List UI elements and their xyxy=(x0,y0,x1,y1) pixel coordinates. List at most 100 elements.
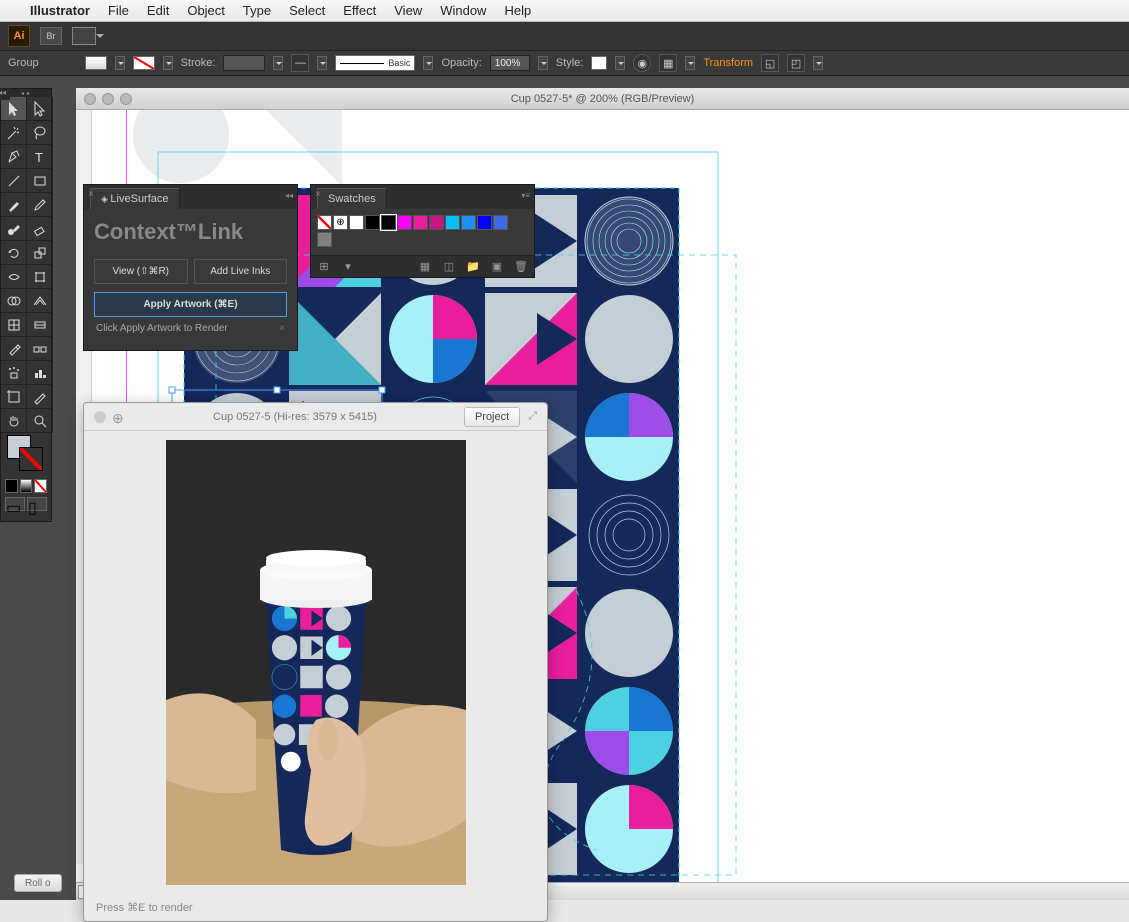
swatch-royalblue[interactable] xyxy=(493,215,508,230)
brush-definition[interactable]: Basic xyxy=(335,55,415,71)
screen-mode-normal[interactable]: ▭ xyxy=(5,497,25,511)
swatch-options-icon[interactable]: ◫ xyxy=(442,260,456,274)
stroke-dropdown[interactable] xyxy=(163,56,173,70)
blob-brush-tool[interactable] xyxy=(1,217,27,241)
menu-select[interactable]: Select xyxy=(289,3,325,18)
mesh-tool[interactable] xyxy=(1,313,27,337)
artboard-tool[interactable] xyxy=(1,385,27,409)
new-swatch-icon[interactable]: ▣ xyxy=(490,260,504,274)
show-swatch-kinds-icon[interactable]: ▦ xyxy=(418,260,432,274)
graphic-style-swatch[interactable] xyxy=(591,56,607,70)
swatch-none[interactable] xyxy=(317,215,332,230)
menu-window[interactable]: Window xyxy=(440,3,486,18)
stroke-weight-input[interactable] xyxy=(223,55,265,71)
add-live-inks-button[interactable]: Add Live Inks xyxy=(194,259,288,284)
swatch-darkblue[interactable] xyxy=(477,215,492,230)
free-transform-tool[interactable] xyxy=(27,265,53,289)
style-dropdown[interactable] xyxy=(615,56,625,70)
type-tool[interactable]: T xyxy=(27,145,53,169)
screen-mode-full[interactable]: ▯ xyxy=(27,497,47,511)
apply-artwork-button[interactable]: Apply Artwork (⌘E) xyxy=(94,292,287,317)
gradient-tool[interactable] xyxy=(27,313,53,337)
zoom-tool[interactable] xyxy=(27,409,53,433)
selection-tool[interactable] xyxy=(1,97,27,121)
swatch-gray[interactable] xyxy=(317,232,332,247)
window-close-button[interactable] xyxy=(84,93,96,105)
pencil-tool[interactable] xyxy=(27,193,53,217)
scale-tool[interactable] xyxy=(27,241,53,265)
mask-dropdown[interactable] xyxy=(813,56,823,70)
swatch-registration[interactable] xyxy=(333,215,348,230)
eyedropper-tool[interactable] xyxy=(1,337,27,361)
bridge-icon[interactable]: Br xyxy=(40,27,62,45)
column-graph-tool[interactable] xyxy=(27,361,53,385)
project-button[interactable]: Project xyxy=(464,407,520,427)
swatch-blue[interactable] xyxy=(461,215,476,230)
swatch-pink[interactable] xyxy=(413,215,428,230)
document-titlebar[interactable]: Cup 0527-5* @ 200% (RGB/Preview) xyxy=(76,88,1129,110)
swatch-cyan[interactable] xyxy=(445,215,460,230)
menu-type[interactable]: Type xyxy=(243,3,271,18)
lasso-tool[interactable] xyxy=(27,121,53,145)
mask-icon[interactable]: ◰ xyxy=(787,54,805,72)
app-name[interactable]: Illustrator xyxy=(30,3,90,18)
stroke-color-box[interactable] xyxy=(19,447,43,471)
menu-file[interactable]: File xyxy=(108,3,129,18)
paintbrush-tool[interactable] xyxy=(1,193,27,217)
preview-expand-icon[interactable]: ⤢ xyxy=(528,410,537,423)
view-button[interactable]: View (⇧⌘R) xyxy=(94,259,188,284)
hand-tool[interactable] xyxy=(1,409,27,433)
align-icon[interactable]: ▦ xyxy=(659,54,677,72)
color-mode-solid[interactable] xyxy=(5,479,18,493)
isolate-icon[interactable]: ◱ xyxy=(761,54,779,72)
panel-close-icon[interactable]: × xyxy=(88,189,98,199)
menu-effect[interactable]: Effect xyxy=(343,3,376,18)
swatch-black[interactable] xyxy=(365,215,380,230)
swatch-darkpink[interactable] xyxy=(429,215,444,230)
width-tool[interactable] xyxy=(1,265,27,289)
stroke-weight-dropdown[interactable] xyxy=(273,56,283,70)
menu-view[interactable]: View xyxy=(394,3,422,18)
preview-close-icon[interactable] xyxy=(94,411,106,423)
swatch-libraries-icon[interactable]: ⊞ xyxy=(317,260,331,274)
livesurface-tab[interactable]: LiveSurface xyxy=(90,188,180,209)
direct-selection-tool[interactable] xyxy=(27,97,53,121)
delete-swatch-icon[interactable]: 🗑 xyxy=(514,260,528,274)
brush-dropdown[interactable] xyxy=(423,56,433,70)
color-mode-none[interactable] xyxy=(34,479,47,493)
macos-menubar[interactable]: Illustrator File Edit Object Type Select… xyxy=(0,0,1129,22)
rotate-tool[interactable] xyxy=(1,241,27,265)
menu-edit[interactable]: Edit xyxy=(147,3,169,18)
swatch-magenta[interactable] xyxy=(397,215,412,230)
stroke-swatch[interactable] xyxy=(133,56,155,70)
shape-builder-tool[interactable] xyxy=(1,289,27,313)
swatch-white[interactable] xyxy=(349,215,364,230)
fill-swatch[interactable] xyxy=(85,56,107,70)
blend-tool[interactable] xyxy=(27,337,53,361)
slice-tool[interactable] xyxy=(27,385,53,409)
symbol-sprayer-tool[interactable] xyxy=(1,361,27,385)
arrange-documents-icon[interactable] xyxy=(72,27,96,45)
variable-width-profile[interactable]: — xyxy=(291,54,309,72)
recolor-artwork-icon[interactable]: ◉ xyxy=(633,54,651,72)
vwp-dropdown[interactable] xyxy=(317,56,327,70)
panel-collapse-icon[interactable]: ◂◂ xyxy=(285,191,293,200)
panel-menu-icon[interactable]: ▾≡ xyxy=(521,191,530,200)
menu-object[interactable]: Object xyxy=(187,3,225,18)
magic-wand-tool[interactable] xyxy=(1,121,27,145)
eraser-tool[interactable] xyxy=(27,217,53,241)
line-tool[interactable] xyxy=(1,169,27,193)
rectangle-tool[interactable] xyxy=(27,169,53,193)
new-color-group-icon[interactable]: 📁 xyxy=(466,260,480,274)
fill-dropdown[interactable] xyxy=(115,56,125,70)
preview-add-icon[interactable]: ⊕ xyxy=(112,410,126,424)
fill-stroke-indicator[interactable] xyxy=(1,433,51,477)
opacity-input[interactable] xyxy=(490,55,530,71)
menu-help[interactable]: Help xyxy=(504,3,531,18)
swatches-tab[interactable]: Swatches xyxy=(317,188,387,209)
color-mode-gradient[interactable] xyxy=(20,479,33,493)
perspective-grid-tool[interactable] xyxy=(27,289,53,313)
collapsed-dock-strip[interactable]: ◂◂ xyxy=(0,88,10,100)
window-minimize-button[interactable] xyxy=(102,93,114,105)
transform-link[interactable]: Transform xyxy=(703,57,753,69)
